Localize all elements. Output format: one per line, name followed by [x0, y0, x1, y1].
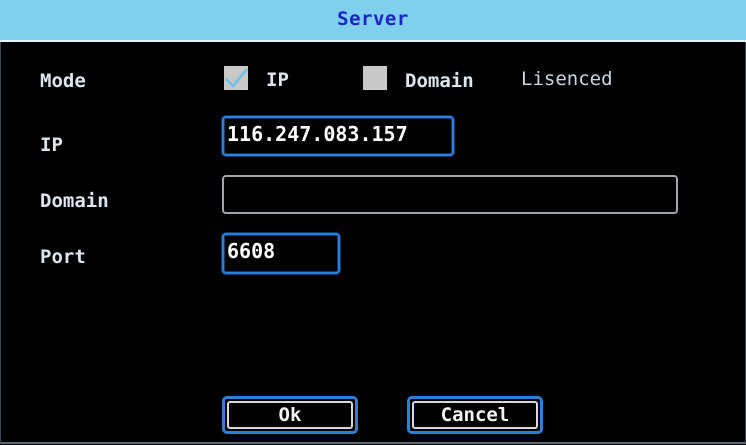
ok-button[interactable]: Ok	[222, 396, 358, 434]
ip-mode-label[interactable]: IP	[266, 69, 289, 91]
port-input[interactable]: 6608	[222, 233, 340, 274]
domain-label: Domain	[40, 190, 109, 212]
ip-mode-checkbox[interactable]	[224, 66, 248, 90]
cancel-button-label: Cancel	[412, 401, 538, 429]
dialog-frame	[0, 42, 746, 444]
ip-label: IP	[40, 134, 63, 156]
ip-address-input[interactable]: 116.247.083.157	[222, 116, 454, 156]
domain-mode-checkbox[interactable]	[363, 66, 387, 90]
port-label: Port	[40, 246, 86, 268]
domain-mode-label[interactable]: Domain	[405, 70, 474, 92]
cancel-button[interactable]: Cancel	[407, 396, 543, 434]
dialog-title: Server	[337, 8, 409, 30]
server-dialog: Server Mode IP Domain Lisenced IP 116.24…	[0, 0, 746, 445]
license-status: Lisenced	[521, 68, 613, 90]
ok-button-label: Ok	[227, 401, 353, 429]
mode-label: Mode	[40, 70, 86, 92]
domain-input[interactable]	[222, 175, 678, 214]
checkmark-icon	[225, 68, 248, 88]
title-bar: Server	[0, 0, 746, 42]
